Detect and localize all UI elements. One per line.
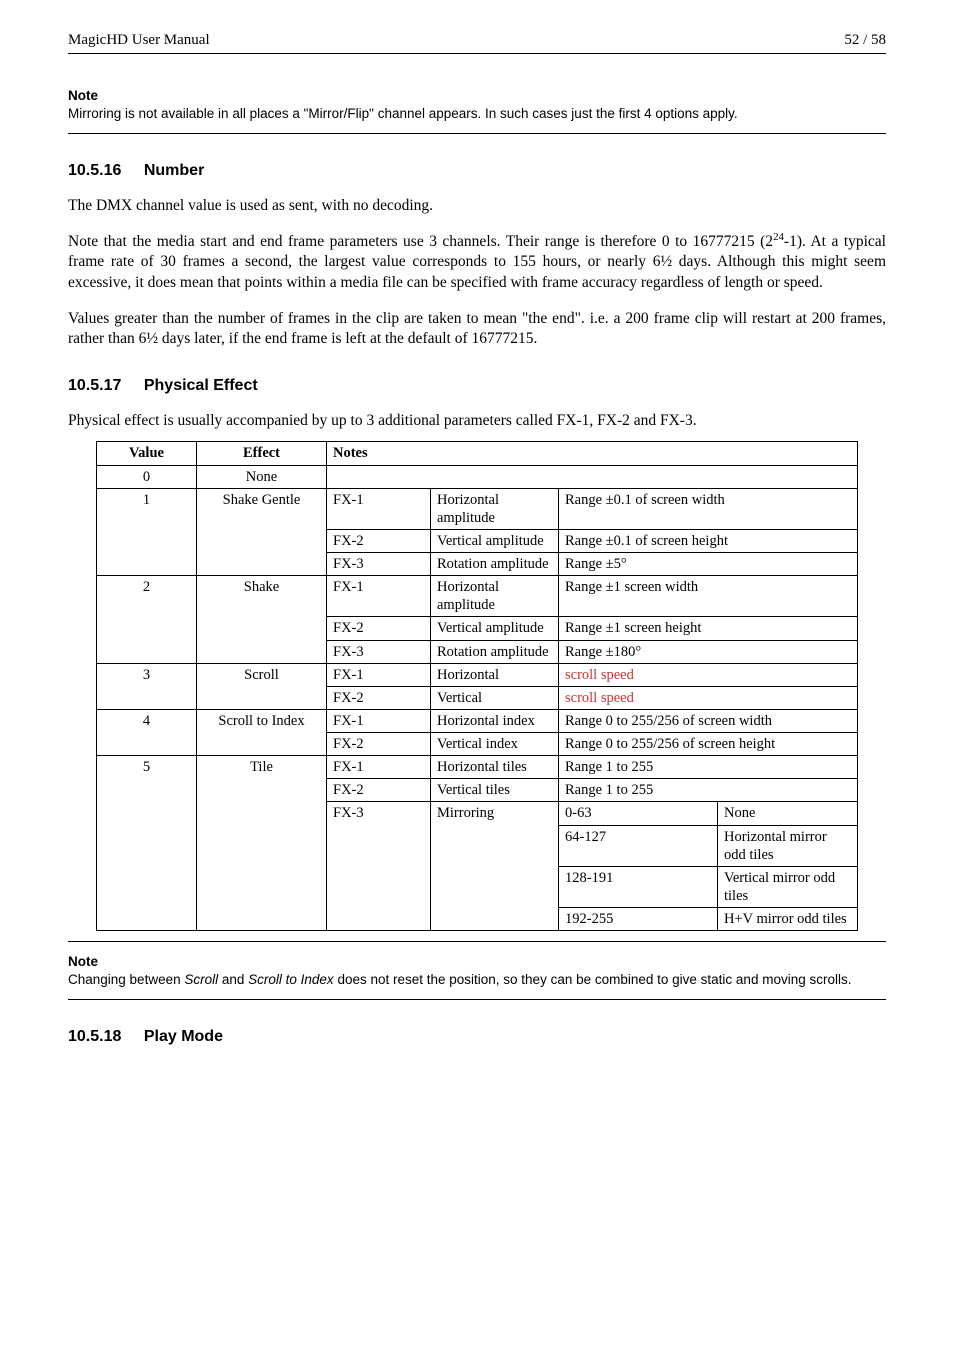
section-number: 10.5.18	[68, 1028, 121, 1045]
cell-effect: Shake Gentle	[197, 488, 327, 576]
table-row: 0 None	[97, 465, 858, 488]
column-header: Effect	[197, 442, 327, 465]
note-label: Note	[68, 88, 886, 103]
note-body: Changing between Scroll and Scroll to In…	[68, 971, 886, 989]
cell-fx-id: FX-2	[327, 617, 431, 640]
italic-term: Scroll to Index	[248, 972, 334, 987]
cell-value: 5	[97, 756, 197, 931]
cell-fx-id: FX-1	[327, 663, 431, 686]
cell-effect: Shake	[197, 576, 327, 664]
cell-mirroring-range: 128-191	[559, 866, 718, 907]
text-run: does not reset the position, so they can…	[334, 972, 852, 987]
page-header: MagicHD User Manual 52 / 58	[68, 32, 886, 54]
cell-value: 0	[97, 465, 197, 488]
cell-fx-desc: Horizontal index	[431, 709, 559, 732]
cell-fx-id: FX-2	[327, 733, 431, 756]
cell-fx-range: Range ±0.1 of screen width	[559, 488, 858, 529]
cell-fx-desc: Vertical amplitude	[431, 617, 559, 640]
cell-mirroring-range: 64-127	[559, 825, 718, 866]
cell-fx-desc: Mirroring	[431, 802, 559, 931]
section-title: Play Mode	[144, 1028, 223, 1045]
cell-mirroring-range: 192-255	[559, 908, 718, 931]
cell-fx-desc: Vertical	[431, 686, 559, 709]
section-title: Physical Effect	[144, 377, 258, 394]
cell-value: 4	[97, 709, 197, 755]
cell-fx-desc: Horizontal tiles	[431, 756, 559, 779]
note-label: Note	[68, 954, 886, 969]
cell-value: 3	[97, 663, 197, 709]
cell-mirroring-desc: None	[718, 802, 858, 825]
cell-fx-id: FX-1	[327, 756, 431, 779]
cell-fx-id: FX-2	[327, 529, 431, 552]
cell-fx-desc: Vertical index	[431, 733, 559, 756]
paragraph: Note that the media start and end frame …	[68, 232, 886, 293]
cell-effect: None	[197, 465, 327, 488]
cell-fx-range: Range ±180°	[559, 640, 858, 663]
section-heading-physical-effect: 10.5.17 Physical Effect	[68, 377, 886, 395]
section-number: 10.5.16	[68, 162, 121, 179]
text-run: and	[218, 972, 248, 987]
note-body: Mirroring is not available in all places…	[68, 105, 886, 123]
physical-effect-table: Value Effect Notes 0 None 1 Shake Gentle…	[96, 441, 858, 931]
cell-fx-range: Range 1 to 255	[559, 756, 858, 779]
note-block-top: Note Mirroring is not available in all p…	[68, 88, 886, 134]
cell-effect: Tile	[197, 756, 327, 931]
header-page-number: 52 / 58	[844, 32, 886, 49]
cell-notes	[327, 465, 858, 488]
cell-fx-desc: Vertical amplitude	[431, 529, 559, 552]
cell-fx-range: Range 0 to 255/256 of screen width	[559, 709, 858, 732]
cell-fx-id: FX-2	[327, 779, 431, 802]
table-header-row: Value Effect Notes	[97, 442, 858, 465]
text-run: Note that the media start and end frame …	[68, 233, 773, 250]
cell-fx-desc: Horizontal amplitude	[431, 488, 559, 529]
superscript: 24	[773, 231, 784, 243]
note-block-bottom: Note Changing between Scroll and Scroll …	[68, 941, 886, 1000]
cell-fx-desc: Horizontal amplitude	[431, 576, 559, 617]
table-row: 5 Tile FX-1 Horizontal tiles Range 1 to …	[97, 756, 858, 779]
cell-fx-range: Range ±1 screen width	[559, 576, 858, 617]
table-row: 4 Scroll to Index FX-1 Horizontal index …	[97, 709, 858, 732]
table-row: 1 Shake Gentle FX-1 Horizontal amplitude…	[97, 488, 858, 529]
cell-fx-id: FX-1	[327, 709, 431, 732]
header-doc-title: MagicHD User Manual	[68, 32, 210, 49]
cell-fx-id: FX-2	[327, 686, 431, 709]
cell-value: 2	[97, 576, 197, 664]
cell-mirroring-range: 0-63	[559, 802, 718, 825]
cell-fx-desc: Rotation amplitude	[431, 553, 559, 576]
section-number: 10.5.17	[68, 377, 121, 394]
cell-fx-range: Range 1 to 255	[559, 779, 858, 802]
section-title: Number	[144, 162, 204, 179]
paragraph: Physical effect is usually accompanied b…	[68, 411, 886, 431]
cell-fx-id: FX-3	[327, 553, 431, 576]
paragraph: The DMX channel value is used as sent, w…	[68, 196, 886, 216]
cell-fx-range: Range ±5°	[559, 553, 858, 576]
cell-fx-range: Range ±1 screen height	[559, 617, 858, 640]
cell-mirroring-desc: Vertical mirror odd tiles	[718, 866, 858, 907]
table-row: 2 Shake FX-1 Horizontal amplitude Range …	[97, 576, 858, 617]
cell-fx-range-link[interactable]: scroll speed	[559, 686, 858, 709]
cell-fx-range: Range ±0.1 of screen height	[559, 529, 858, 552]
section-heading-play-mode: 10.5.18 Play Mode	[68, 1028, 886, 1046]
cell-fx-range-link[interactable]: scroll speed	[559, 663, 858, 686]
table-row: 3 Scroll FX-1 Horizontal scroll speed	[97, 663, 858, 686]
italic-term: Scroll	[184, 972, 218, 987]
cell-fx-id: FX-1	[327, 488, 431, 529]
cell-fx-desc: Horizontal	[431, 663, 559, 686]
cell-fx-id: FX-3	[327, 640, 431, 663]
paragraph: Values greater than the number of frames…	[68, 309, 886, 350]
column-header: Notes	[327, 442, 858, 465]
cell-mirroring-desc: Horizontal mirror odd tiles	[718, 825, 858, 866]
cell-fx-desc: Rotation amplitude	[431, 640, 559, 663]
cell-effect: Scroll	[197, 663, 327, 709]
cell-mirroring-desc: H+V mirror odd tiles	[718, 908, 858, 931]
cell-fx-id: FX-1	[327, 576, 431, 617]
cell-effect: Scroll to Index	[197, 709, 327, 755]
cell-fx-id: FX-3	[327, 802, 431, 931]
section-heading-number: 10.5.16 Number	[68, 162, 886, 180]
cell-fx-range: Range 0 to 255/256 of screen height	[559, 733, 858, 756]
text-run: Changing between	[68, 972, 184, 987]
column-header: Value	[97, 442, 197, 465]
cell-fx-desc: Vertical tiles	[431, 779, 559, 802]
cell-value: 1	[97, 488, 197, 576]
